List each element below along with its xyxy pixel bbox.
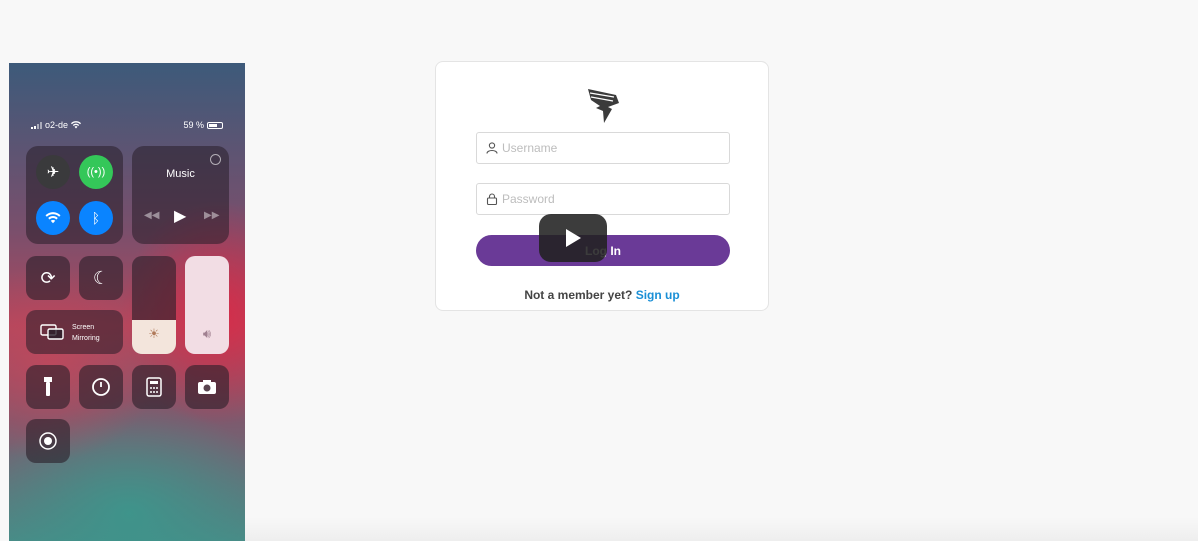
carrier-label: o2-de [45, 120, 69, 130]
user-icon [486, 142, 498, 154]
battery-icon [207, 121, 223, 129]
timer-icon[interactable] [79, 365, 123, 409]
signup-prompt: Not a member yet? Sign up [436, 288, 768, 302]
username-field[interactable] [476, 132, 730, 164]
screen-mirroring-label-1: Screen [72, 324, 95, 331]
cellular-icon[interactable]: ((•)) [79, 155, 113, 189]
screen-mirroring-button[interactable]: Screen Mirroring [26, 310, 123, 354]
moon-icon[interactable]: ☾ [79, 256, 123, 300]
airplane-icon[interactable]: ✈ [36, 155, 70, 189]
camera-icon[interactable] [185, 365, 229, 409]
screen-mirroring-icon [40, 324, 64, 340]
play-icon [566, 229, 581, 247]
play-music-icon[interactable]: ▶ [174, 206, 186, 226]
battery-label: 59 % [183, 120, 204, 130]
rotation-lock-icon[interactable]: ⟳ [26, 256, 70, 300]
password-input[interactable] [502, 192, 729, 206]
wifi-icon[interactable] [36, 201, 70, 235]
bottom-divider [245, 517, 1198, 541]
calculator-icon[interactable] [132, 365, 176, 409]
record-icon[interactable] [26, 419, 70, 463]
music-label: Music [166, 168, 195, 180]
screen-mirroring-label-2: Mirroring [72, 335, 100, 342]
rewind-icon[interactable]: ◀◀ [144, 210, 159, 221]
connectivity-tile: ✈ ((•)) ᛒ [26, 146, 123, 244]
signup-link[interactable]: Sign up [636, 288, 680, 302]
phone-control-center: o2-de 59 % ✈ ((•)) ᛒ Music ◀◀ ▶ ▶▶ ⟳ ☾ ☀… [9, 63, 245, 541]
brightness-icon: ☀ [148, 326, 160, 341]
bluetooth-icon[interactable]: ᛒ [79, 201, 113, 235]
status-bar: o2-de 59 % [31, 119, 223, 131]
brand-logo [588, 89, 619, 123]
signal-icon [31, 121, 42, 129]
volume-slider[interactable]: 🔊︎ [185, 256, 229, 354]
login-card: Log In Not a member yet? Sign up [435, 61, 769, 311]
password-field[interactable] [476, 183, 730, 215]
volume-icon: 🔊︎ [202, 326, 212, 341]
music-tile[interactable]: Music ◀◀ ▶ ▶▶ [132, 146, 229, 244]
username-input[interactable] [502, 141, 729, 155]
brightness-slider[interactable]: ☀ [132, 256, 176, 354]
lock-icon [486, 193, 498, 205]
forward-icon[interactable]: ▶▶ [204, 210, 219, 221]
video-play-button[interactable] [539, 214, 607, 262]
airplay-icon[interactable] [210, 154, 221, 165]
not-member-text: Not a member yet? [524, 288, 633, 302]
wifi-status-icon [71, 121, 82, 129]
flashlight-icon[interactable] [26, 365, 70, 409]
